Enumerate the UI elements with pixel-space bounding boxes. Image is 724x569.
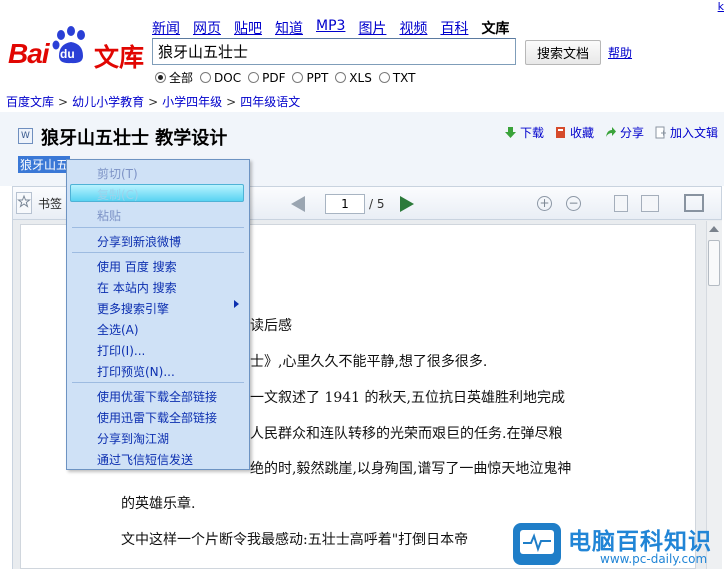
nav-wenku-active: 文库	[481, 21, 510, 37]
doc-type-filters: 全部 DOC PDF PPT XLS TXT	[155, 69, 416, 86]
watermark-title: 电脑百科知识	[568, 529, 712, 555]
prev-page-arrow-icon[interactable]	[291, 196, 305, 212]
download-icon	[504, 127, 516, 138]
page-number-input[interactable]	[325, 194, 365, 214]
doc-text-line: 一文叙述了 1941 的秋天,五位抗日英雄胜利地完成	[250, 390, 565, 406]
selected-subtitle-link[interactable]: 狼牙山五	[18, 156, 71, 173]
next-page-arrow-icon[interactable]	[400, 196, 414, 212]
nav-news[interactable]: 新闻	[152, 18, 180, 38]
double-page-view-icon[interactable]	[641, 195, 659, 212]
menu-search-site[interactable]: 在 本站内 搜索	[97, 279, 177, 296]
add-collection-icon	[655, 126, 666, 139]
top-nav: 新闻 网页 贴吧 知道 MP3 图片 视频 百科 文库	[152, 18, 509, 38]
menu-search-baidu[interactable]: 使用 百度 搜索	[97, 258, 177, 275]
menu-send-fetion[interactable]: 通过飞信短信发送	[97, 451, 193, 468]
filter-pdf[interactable]: PDF	[248, 71, 285, 85]
page-title: 狼牙山五壮士 教学设计	[41, 128, 228, 149]
breadcrumb: 百度文库 > 幼儿小学教育 > 小学四年级 > 四年级语文	[6, 95, 301, 109]
doc-text-line: 文中这样一个片断令我最感动:五壮士高呼着"打倒日本帝	[121, 532, 469, 548]
filter-doc[interactable]: DOC	[200, 71, 241, 85]
doc-text-line: 绝的时,毅然跳崖,以身殉国,谱写了一曲惊天地泣鬼神	[250, 461, 572, 477]
scroll-up-arrow-icon[interactable]	[709, 226, 719, 232]
menu-copy[interactable]: 复制(C)	[97, 186, 139, 203]
watermark-url: www.pc-daily.com	[600, 552, 708, 566]
zoom-in-icon[interactable]: +	[537, 196, 552, 211]
favorite-button[interactable]: 收藏	[554, 124, 594, 141]
add-to-collection-button[interactable]: 加入文辑	[654, 124, 718, 141]
radio-icon	[200, 72, 212, 83]
share-icon	[605, 127, 616, 137]
logo-wenku-text: 文库	[94, 43, 145, 72]
breadcrumb-wenku[interactable]: 百度文库	[6, 95, 54, 109]
scrollbar-thumb[interactable]	[708, 240, 720, 286]
share-button[interactable]: 分享	[604, 124, 644, 141]
bookmark-label[interactable]: 书签	[38, 195, 62, 212]
monitor-screen-icon	[520, 530, 554, 554]
logo-du-text: du	[60, 47, 75, 61]
doc-text-line: 士》,心里久久不能平静,想了很多很多.	[250, 354, 488, 370]
breadcrumb-education[interactable]: 幼儿小学教育	[72, 95, 144, 109]
search-docs-button[interactable]: 搜索文档	[525, 40, 601, 65]
baidu-wenku-logo[interactable]: Bai du 文库	[8, 24, 144, 72]
zoom-out-icon[interactable]: −	[566, 196, 581, 211]
nav-tieba[interactable]: 贴吧	[234, 18, 262, 38]
breadcrumb-grade4[interactable]: 小学四年级	[162, 95, 222, 109]
submenu-arrow-icon	[234, 300, 239, 308]
menu-divider	[72, 227, 244, 228]
bookmark-icon	[555, 127, 565, 138]
bookmark-panel-icon[interactable]	[16, 192, 32, 214]
word-doc-icon: W	[18, 128, 33, 144]
menu-download-xunlei[interactable]: 使用迅雷下载全部链接	[97, 409, 217, 426]
nav-zhidao[interactable]: 知道	[275, 18, 303, 38]
filter-txt[interactable]: TXT	[378, 71, 416, 85]
nav-video[interactable]: 视频	[399, 18, 427, 38]
page-total: / 5	[369, 197, 385, 211]
doc-actions: 下载 收藏 分享 加入文辑	[504, 124, 718, 141]
breadcrumb-chinese[interactable]: 四年级语文	[240, 95, 300, 109]
radio-checked-icon	[155, 72, 166, 83]
top-right-link[interactable]: k	[718, 0, 724, 13]
search-input[interactable]	[152, 38, 516, 65]
menu-divider	[72, 252, 244, 253]
help-link[interactable]: 帮助	[608, 44, 632, 61]
filter-all[interactable]: 全部	[155, 69, 193, 86]
menu-cut[interactable]: 剪切(T)	[97, 165, 138, 182]
radio-icon	[378, 72, 390, 83]
menu-more-engines[interactable]: 更多搜索引擎	[97, 300, 169, 317]
nav-images[interactable]: 图片	[358, 18, 386, 38]
single-page-view-icon[interactable]	[614, 195, 628, 212]
nav-web[interactable]: 网页	[193, 18, 221, 38]
menu-download-youdan[interactable]: 使用优蛋下载全部链接	[97, 388, 217, 405]
radio-icon	[292, 72, 304, 83]
doc-text-line: 的英雄乐章.	[121, 496, 196, 512]
download-button[interactable]: 下载	[504, 124, 544, 141]
menu-share-taojianghu[interactable]: 分享到淘江湖	[97, 430, 169, 447]
menu-select-all[interactable]: 全选(A)	[97, 321, 139, 338]
radio-icon	[335, 72, 347, 83]
nav-mp3[interactable]: MP3	[316, 18, 345, 38]
logo-bai-text: Bai	[8, 38, 50, 69]
menu-print[interactable]: 打印(I)...	[97, 342, 145, 359]
radio-icon	[248, 72, 260, 83]
nav-baike[interactable]: 百科	[440, 18, 468, 38]
menu-share-weibo[interactable]: 分享到新浪微博	[97, 233, 181, 250]
fullscreen-icon[interactable]	[684, 194, 704, 212]
menu-print-preview[interactable]: 打印预览(N)...	[97, 363, 175, 380]
filter-xls[interactable]: XLS	[335, 71, 372, 85]
menu-divider	[72, 382, 244, 383]
doc-text-line: 读后感	[250, 318, 292, 334]
menu-paste[interactable]: 粘贴	[97, 207, 121, 224]
doc-text-line: 人民群众和连队转移的光荣而艰巨的任务.在弹尽粮	[250, 426, 563, 442]
filter-ppt[interactable]: PPT	[292, 71, 328, 85]
